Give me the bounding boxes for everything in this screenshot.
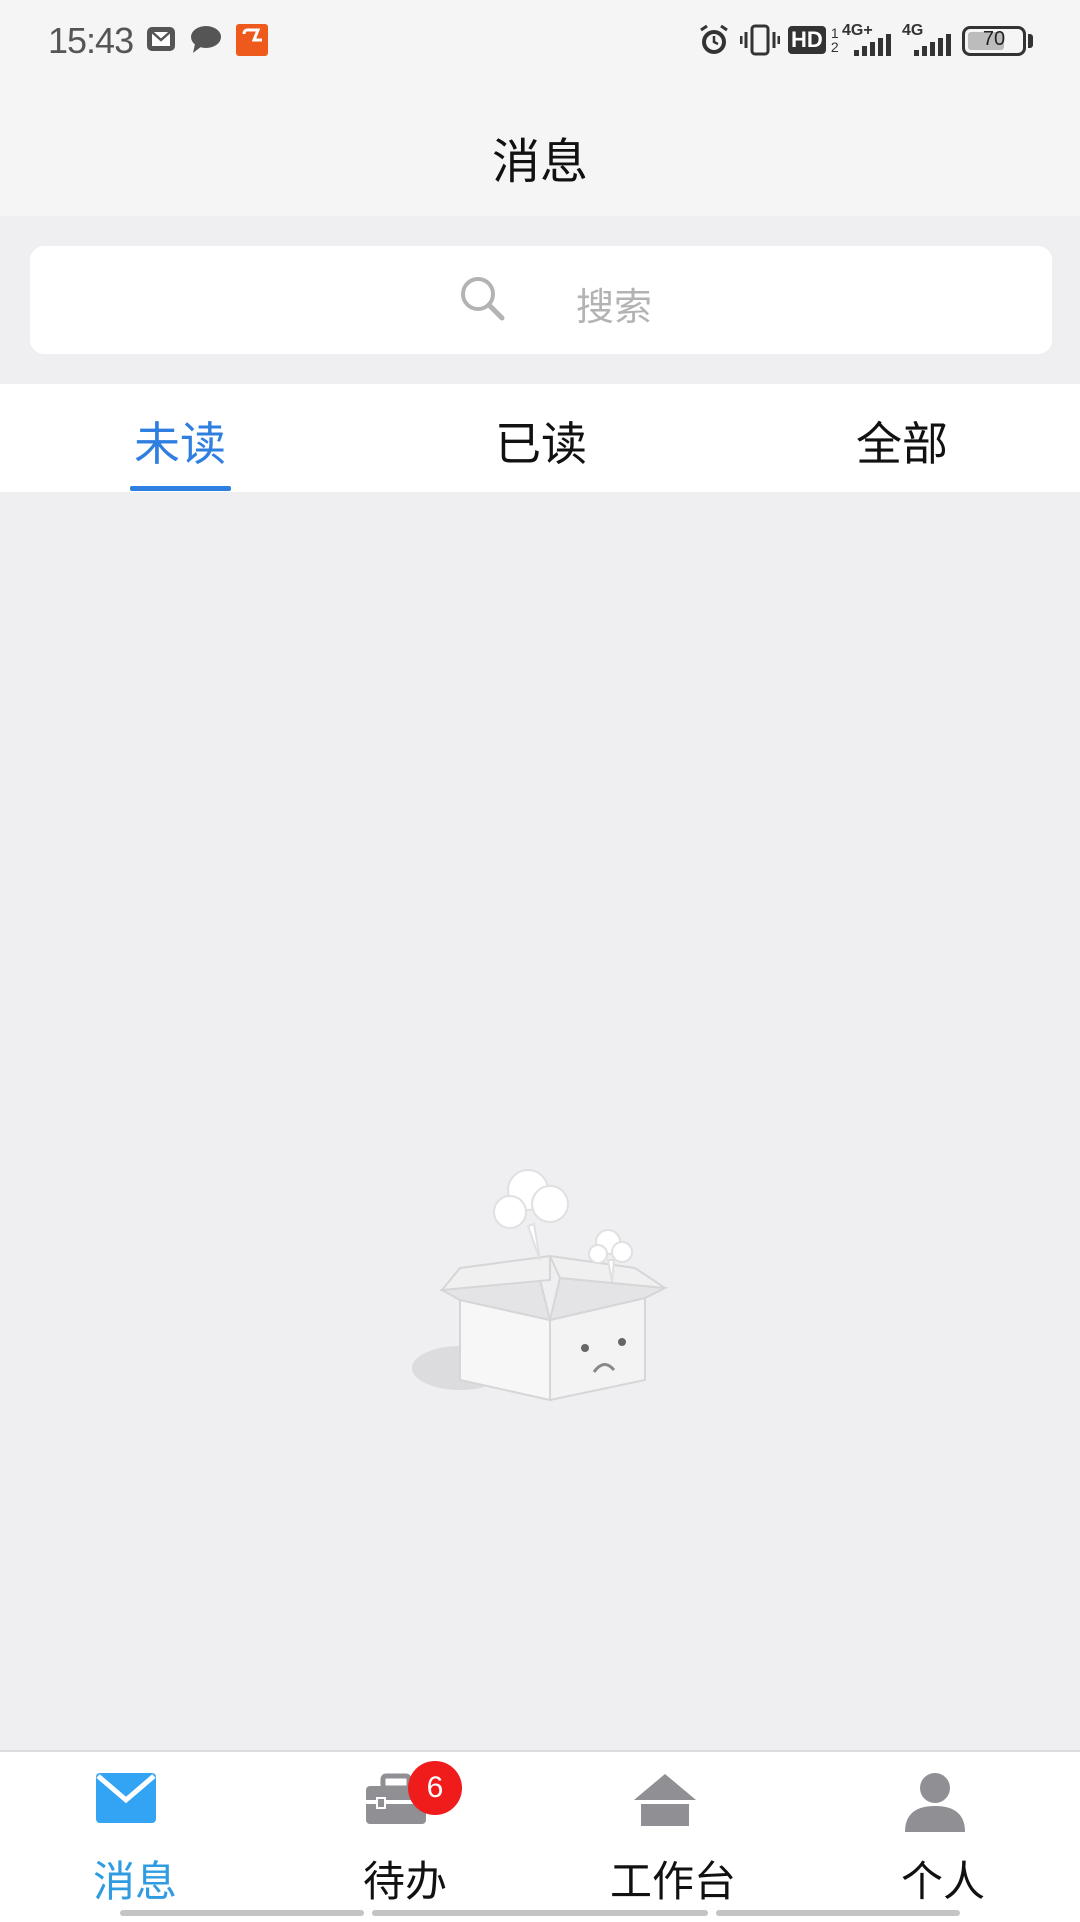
nav-item-todo[interactable]: 待办 bbox=[305, 1752, 505, 1906]
vibrate-icon bbox=[740, 24, 780, 56]
todo-count-badge: 6 bbox=[408, 1761, 462, 1815]
home-indicator[interactable] bbox=[120, 1910, 364, 1916]
tab-bar: 未读 已读 全部 bbox=[0, 384, 1080, 492]
alarm-icon bbox=[700, 24, 728, 54]
battery-percent: 70 bbox=[982, 28, 1006, 50]
nav-label: 消息 bbox=[92, 1857, 177, 1906]
status-bar: 15:43 HD 12 4G+ 4G 70 bbox=[0, 0, 1080, 84]
home-indicator[interactable] bbox=[372, 1910, 708, 1916]
nav-item-messages[interactable]: 消息 bbox=[35, 1752, 235, 1906]
empty-box-illustration bbox=[412, 1169, 669, 1402]
mail-icon bbox=[96, 1773, 156, 1823]
signal-icon: 4G+ bbox=[842, 22, 892, 58]
status-time: 15:43 bbox=[48, 20, 134, 61]
search-input[interactable]: 搜索 bbox=[30, 246, 1052, 354]
nav-item-workbench[interactable]: 工作台 bbox=[573, 1752, 773, 1906]
home-indicator[interactable] bbox=[716, 1910, 960, 1916]
person-icon bbox=[905, 1773, 965, 1832]
nav-label: 待办 bbox=[362, 1857, 447, 1906]
mail-icon bbox=[147, 27, 175, 51]
battery-cap bbox=[1028, 34, 1033, 48]
tab-all[interactable]: 全部 bbox=[802, 408, 1002, 474]
chat-icon bbox=[191, 26, 221, 53]
page-title: 消息 bbox=[491, 134, 588, 190]
battery-icon: 70 bbox=[962, 26, 1026, 56]
hd-label: HD bbox=[788, 26, 826, 54]
nav-label: 个人 bbox=[900, 1857, 985, 1906]
signal-icon: 4G bbox=[902, 22, 952, 58]
title-bar: 消息 bbox=[0, 84, 1080, 216]
search-placeholder: 搜索 bbox=[576, 285, 653, 329]
tab-read[interactable]: 已读 bbox=[441, 408, 641, 474]
hd-voice-icon: HD 12 bbox=[788, 26, 839, 56]
app-notification-icon bbox=[236, 24, 268, 56]
home-icon bbox=[634, 1774, 696, 1826]
bottom-nav: 消息 待办 工作台 个人 bbox=[0, 1750, 1080, 1922]
nav-label: 工作台 bbox=[609, 1857, 736, 1906]
tab-active-indicator bbox=[130, 486, 231, 491]
tab-unread[interactable]: 未读 bbox=[80, 408, 280, 474]
search-icon bbox=[461, 277, 505, 321]
nav-item-profile[interactable]: 个人 bbox=[843, 1752, 1043, 1906]
